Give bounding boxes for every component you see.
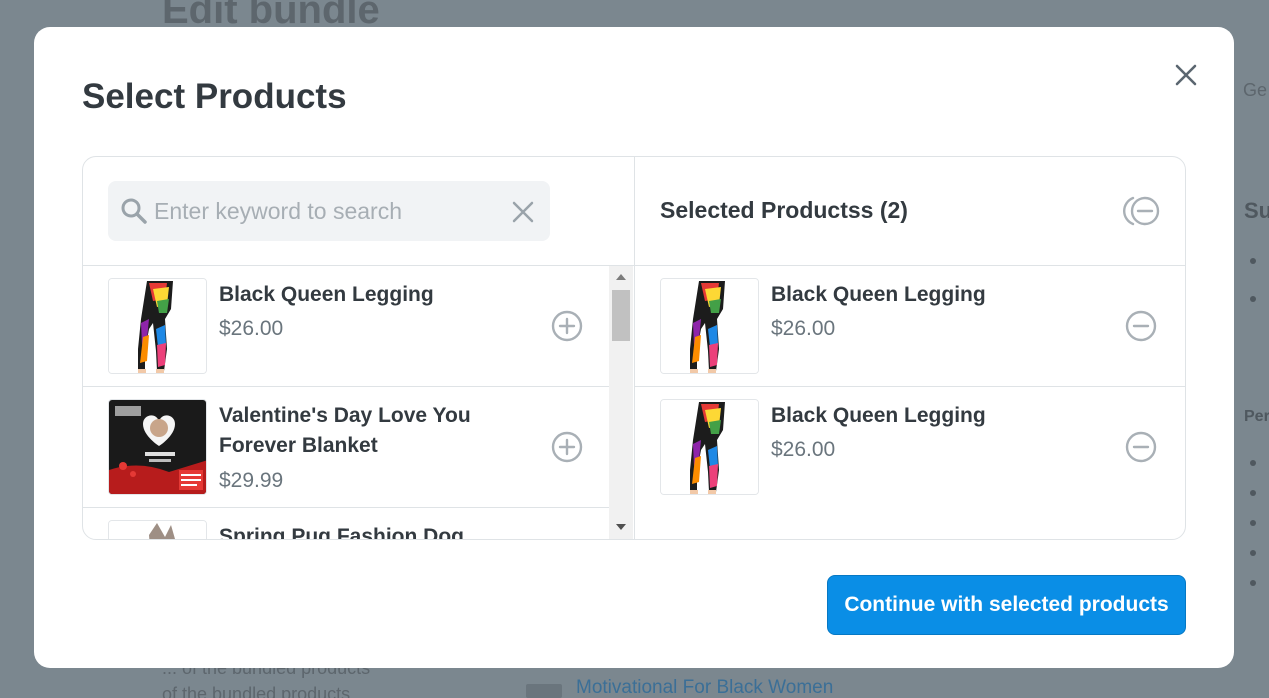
product-name: Spring Pug Fashion Dog: [219, 525, 464, 539]
minus-circle-icon[interactable]: [1125, 310, 1157, 342]
background-bullet: [1250, 550, 1256, 556]
list-item: Black Queen Legging $26.00: [83, 266, 609, 387]
available-products-column: Black Queen Legging $26.00: [83, 157, 635, 539]
list-item: Black Queen Legging $26.00: [635, 266, 1185, 387]
background-bullet: [1250, 258, 1256, 264]
minus-circle-icon[interactable]: [1125, 431, 1157, 463]
selected-products-list: Black Queen Legging $26.00 Black Queen L…: [635, 265, 1185, 508]
background-thumbnail-icon: [526, 684, 562, 698]
modal-title: Select Products: [82, 77, 347, 116]
product-picker-panel: Black Queen Legging $26.00: [82, 156, 1186, 540]
background-product-link: Motivational For Black Women: [576, 677, 834, 698]
scroll-thumb[interactable]: [612, 290, 630, 341]
scroll-down-arrow-icon[interactable]: [616, 524, 626, 530]
background-bullet: [1250, 580, 1256, 586]
plus-circle-icon[interactable]: [551, 310, 583, 342]
product-name: Black Queen Legging: [219, 283, 434, 306]
scroll-up-arrow-icon[interactable]: [616, 274, 626, 280]
background-bullet: [1250, 296, 1256, 302]
background-right-heading-2: Per: [1244, 408, 1269, 425]
remove-all-icon[interactable]: [1123, 195, 1163, 227]
list-scrollbar[interactable]: [609, 266, 633, 539]
available-products-list: Black Queen Legging $26.00 Valentine's D…: [83, 265, 634, 539]
product-price: $26.00: [219, 317, 284, 340]
background-bullet: [1250, 490, 1256, 496]
list-item: Spring Pug Fashion Dog: [83, 508, 609, 539]
product-thumbnail-legging: [660, 278, 759, 374]
selected-products-column: Selected Productss (2) Black Queen Leggi…: [635, 157, 1185, 539]
list-item: Black Queen Legging $26.00: [635, 387, 1185, 508]
search-icon: [120, 197, 148, 225]
search-box: [108, 181, 550, 241]
product-name: Black Queen Legging: [771, 404, 986, 427]
selected-products-heading: Selected Productss (2): [660, 197, 908, 223]
background-bullet: [1250, 520, 1256, 526]
continue-button[interactable]: Continue with selected products: [827, 575, 1186, 635]
product-thumbnail-legging: [108, 278, 207, 374]
product-thumbnail-legging: [660, 399, 759, 495]
clear-search-icon[interactable]: [510, 199, 536, 225]
search-input[interactable]: [154, 193, 494, 229]
plus-circle-icon[interactable]: [551, 431, 583, 463]
product-name: Black Queen Legging: [771, 283, 986, 306]
product-price: $29.99: [219, 469, 284, 492]
background-right-heading: Su: [1244, 198, 1269, 223]
product-name: Valentine's Day Love You Forever Blanket: [219, 404, 471, 457]
product-price: $26.00: [771, 317, 836, 340]
background-right-text: Ge: [1243, 80, 1268, 100]
close-icon[interactable]: [1170, 59, 1202, 91]
product-price: $26.00: [771, 438, 836, 461]
background-bullet: [1250, 460, 1256, 466]
product-thumbnail-blanket: [108, 399, 207, 495]
select-products-modal: Select Products Enter keyword to search …: [34, 27, 1234, 668]
product-thumbnail-dog: [108, 520, 207, 539]
list-item: Valentine's Day Love You Forever Blanket…: [83, 387, 609, 508]
